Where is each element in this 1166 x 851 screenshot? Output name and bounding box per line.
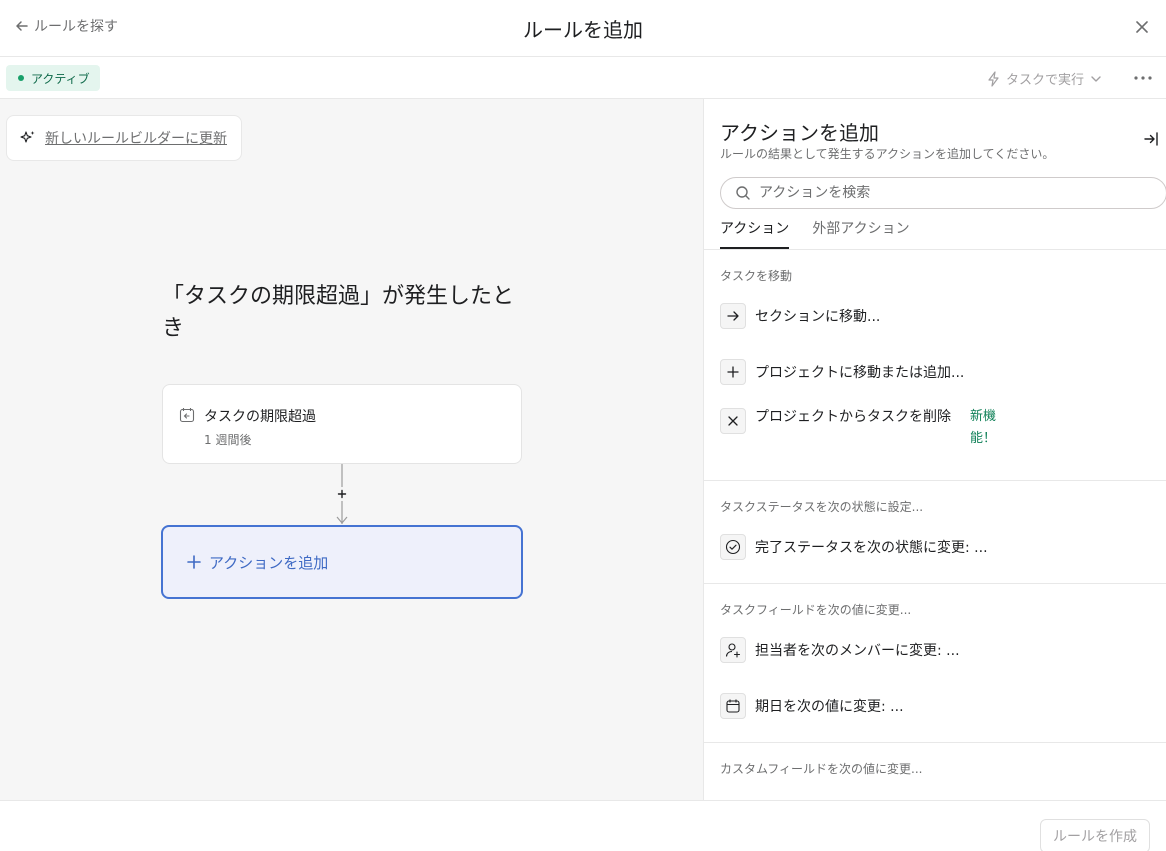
- action-list: タスクを移動 セクションに移動... プロジェクトに移動または追加... プロジ…: [704, 250, 1166, 789]
- upgrade-rule-builder-link[interactable]: 新しいルールビルダーに更新: [6, 115, 242, 161]
- panel-description: ルールの結果として発生するアクションを追加してください。: [720, 147, 1055, 161]
- action-move-or-add-to-project[interactable]: プロジェクトに移動または追加...: [704, 344, 1166, 400]
- action-label: セクションに移動...: [755, 309, 881, 325]
- tab-external-actions[interactable]: 外部アクション: [812, 217, 909, 249]
- footer-bar: ルールを作成: [0, 800, 1166, 851]
- section-task-status: タスクステータスを次の状態に設定... 完了ステータスを次の状態に変更: ...: [704, 481, 1166, 584]
- user-add-icon: [720, 637, 746, 663]
- search-icon: [736, 186, 750, 200]
- action-search[interactable]: [720, 177, 1166, 209]
- check-circle-icon: [720, 534, 746, 560]
- x-icon: [720, 408, 746, 434]
- action-change-due-date[interactable]: 期日を次の値に変更: ...: [704, 678, 1166, 734]
- more-horizontal-icon: [1134, 76, 1152, 80]
- plus-icon: [187, 555, 201, 569]
- search-input[interactable]: [759, 185, 1139, 201]
- trigger-card[interactable]: タスクの期限超過 1 週間後: [162, 384, 522, 464]
- action-label: プロジェクトに移動または追加...: [755, 365, 965, 381]
- collapse-right-icon: [1144, 132, 1158, 146]
- section-title: タスクフィールドを次の値に変更...: [720, 603, 912, 617]
- section-title: タスクを移動: [720, 269, 793, 283]
- section-title: カスタムフィールドを次の値に変更...: [720, 762, 923, 776]
- action-change-assignee[interactable]: 担当者を次のメンバーに変更: ...: [704, 622, 1166, 678]
- collapse-panel-button[interactable]: [1140, 128, 1162, 150]
- action-change-completion-status[interactable]: 完了ステータスを次の状態に変更: ...: [704, 519, 1166, 575]
- calendar-overdue-icon: [179, 408, 195, 423]
- new-feature-badge: 新機能！: [970, 409, 997, 446]
- run-on-task-label: タスクで実行: [1005, 73, 1084, 88]
- create-rule-button[interactable]: ルールを作成: [1040, 819, 1150, 851]
- lightning-icon: [988, 70, 999, 87]
- action-label: 完了ステータスを次の状態に変更: ...: [755, 540, 988, 556]
- close-button[interactable]: [1130, 15, 1154, 39]
- add-action-label: アクションを追加: [209, 553, 329, 572]
- action-label: 担当者を次のメンバーに変更: ...: [755, 643, 960, 659]
- action-remove-from-project[interactable]: プロジェクトからタスクを削除 新機能！: [704, 400, 1166, 472]
- panel-title: アクションを追加: [720, 121, 879, 145]
- tab-actions[interactable]: アクション: [720, 217, 790, 249]
- page-title: ルールを追加: [523, 18, 643, 42]
- action-move-to-section[interactable]: セクションに移動...: [704, 288, 1166, 344]
- run-on-task-dropdown[interactable]: タスクで実行: [986, 69, 1104, 88]
- section-move-task: タスクを移動 セクションに移動... プロジェクトに移動または追加... プロジ…: [704, 250, 1166, 481]
- action-tabs: アクション 外部アクション: [720, 217, 910, 249]
- plus-icon: [720, 359, 746, 385]
- top-bar: ルールを探す ルールを追加: [0, 0, 1166, 57]
- add-action-panel: アクションを追加 ルールの結果として発生するアクションを追加してください。 アク…: [703, 99, 1166, 800]
- rule-toolbar: アクティブ タスクで実行: [0, 57, 1166, 99]
- close-icon: [1136, 21, 1148, 33]
- calendar-icon: [720, 693, 746, 719]
- trigger-heading: 「タスクの期限超過」が発生したとき: [162, 284, 515, 341]
- trigger-title: タスクの期限超過: [204, 409, 316, 425]
- section-title: タスクステータスを次の状態に設定...: [720, 500, 924, 514]
- chevron-down-icon: [1091, 75, 1101, 82]
- status-dot-icon: [18, 75, 24, 81]
- connector-line: [335, 464, 349, 524]
- section-task-fields: タスクフィールドを次の値に変更... 担当者を次のメンバーに変更: ... 期日…: [704, 584, 1166, 743]
- more-options-button[interactable]: [1130, 66, 1156, 90]
- section-custom-fields: カスタムフィールドを次の値に変更...: [704, 743, 1166, 789]
- upgrade-label: 新しいルールビルダーに更新: [45, 131, 227, 147]
- action-label: プロジェクトからタスクを削除: [755, 409, 951, 425]
- action-label: 期日を次の値に変更: ...: [755, 699, 904, 715]
- status-badge[interactable]: アクティブ: [6, 65, 100, 91]
- add-action-card[interactable]: アクションを追加: [161, 525, 523, 599]
- arrow-right-icon: [720, 303, 746, 329]
- trigger-subtitle: 1 週間後: [204, 433, 252, 447]
- status-label: アクティブ: [31, 71, 90, 86]
- sparkle-icon: [20, 131, 35, 143]
- rule-canvas: 新しいルールビルダーに更新 「タスクの期限超過」が発生したとき タスクの期限超過…: [0, 99, 703, 800]
